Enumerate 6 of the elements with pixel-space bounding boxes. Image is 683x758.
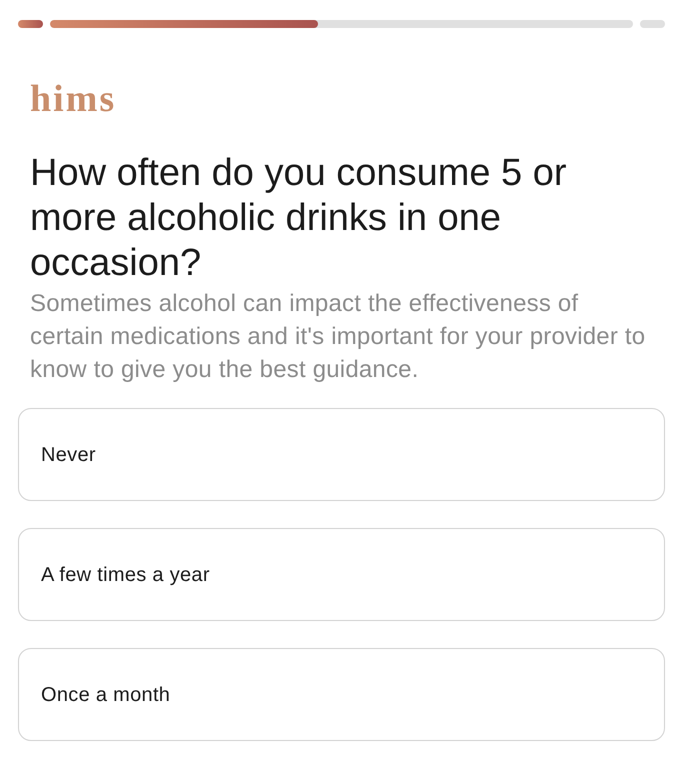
answer-option[interactable]: Once a month [18, 648, 665, 741]
answer-option[interactable]: Never [18, 408, 665, 501]
brand-logo: hims [30, 80, 116, 118]
answer-option[interactable]: A few times a year [18, 528, 665, 621]
question-title: How often do you consume 5 or more alcoholic drinks in one occasion? [30, 151, 568, 286]
question-description: Sometimes alcohol can impact the effectiveness of certain medications and it's important for your provider to know to give you the best guidance. [30, 289, 646, 385]
